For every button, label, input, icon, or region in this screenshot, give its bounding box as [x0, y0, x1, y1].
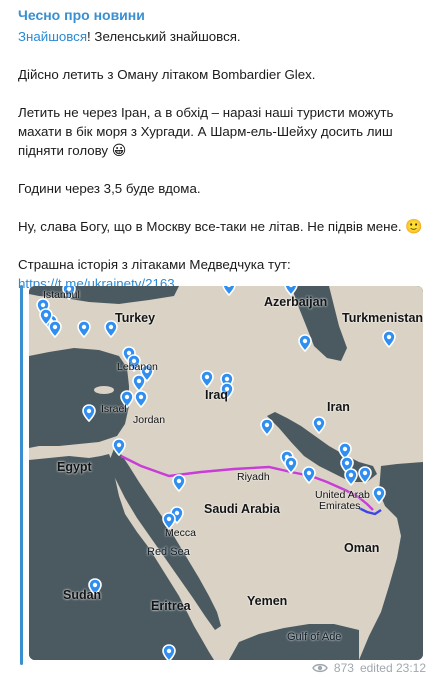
- map-marker-icon[interactable]: [344, 468, 358, 486]
- label-iran: Iran: [327, 400, 350, 414]
- label-turkey: Turkey: [115, 311, 156, 325]
- label-turkmenistan: Turkmenistan: [342, 311, 423, 325]
- map-marker-icon[interactable]: [358, 466, 372, 484]
- eye-icon: [312, 663, 328, 673]
- message-paragraph-5: Ну, слава Богу, що в Москву все-таки не …: [18, 217, 426, 236]
- label-jordan: Jordan: [133, 414, 166, 426]
- label-gulf-of-aden: Gulf of Ade: [287, 631, 342, 643]
- map-marker-icon[interactable]: [48, 320, 62, 338]
- map-marker-icon[interactable]: [312, 416, 326, 434]
- message-line-1-text: ! Зеленський знайшовся.: [87, 29, 241, 44]
- map-marker-icon[interactable]: [77, 320, 91, 338]
- map-marker-icon[interactable]: [382, 330, 396, 348]
- message-paragraph-2: Дійсно летить з Оману літаком Bombardier…: [18, 67, 316, 82]
- map-marker-icon[interactable]: [172, 474, 186, 492]
- map-marker-icon[interactable]: [298, 334, 312, 352]
- hashtag-link[interactable]: Знайшовся: [18, 29, 87, 44]
- cyprus: [94, 386, 114, 394]
- grinning-emoji-icon: 😀: [111, 142, 127, 158]
- label-lebanon: Lebanon: [117, 361, 158, 373]
- label-uae-2: Emirates: [319, 500, 361, 512]
- map-marker-icon[interactable]: [134, 390, 148, 408]
- map-marker-icon[interactable]: [162, 644, 176, 660]
- map-marker-icon[interactable]: [372, 486, 386, 504]
- map-marker-icon[interactable]: [284, 456, 298, 474]
- label-oman: Oman: [344, 541, 380, 555]
- map-marker-icon[interactable]: [260, 418, 274, 436]
- edited-time: edited 23:12: [359, 661, 426, 675]
- message-line-1: Знайшовся! Зеленський знайшовся.: [18, 27, 426, 46]
- map-marker-icon[interactable]: [222, 286, 236, 296]
- label-israel: Israel: [101, 403, 127, 415]
- smiling-emoji-icon: 🙂: [405, 218, 423, 234]
- label-sudan: Sudan: [63, 588, 102, 602]
- message-bubble: Чесно про новини Знайшовся! Зеленський з…: [0, 0, 438, 678]
- message-paragraph-4: Години через 3,5 буде вдома.: [18, 181, 201, 196]
- message-footer: 873 edited 23:12: [312, 658, 426, 678]
- label-yemen: Yemen: [247, 594, 288, 608]
- label-istanbul: Istanbul: [43, 289, 80, 301]
- channel-name[interactable]: Чесно про новини: [18, 7, 145, 23]
- message-paragraph-3-text: Летить не через Іран, а в обхід – наразі…: [18, 105, 394, 158]
- label-azerbaijan: Azerbaijan: [264, 295, 328, 309]
- label-riyadh: Riyadh: [237, 471, 270, 483]
- label-iraq: Iraq: [205, 388, 228, 402]
- map-marker-icon[interactable]: [112, 438, 126, 456]
- map-marker-icon[interactable]: [82, 404, 96, 422]
- label-eritrea: Eritrea: [151, 599, 191, 613]
- label-egypt: Egypt: [57, 460, 92, 474]
- label-red-sea: Red Sea: [147, 546, 190, 558]
- message-paragraph-3: Летить не через Іран, а в обхід – наразі…: [18, 103, 426, 160]
- label-mecca: Mecca: [165, 527, 196, 539]
- link-preview-accent-bar: [20, 285, 23, 665]
- message-paragraph-6: Страшна історія з літаками Медведчука ту…: [18, 257, 291, 272]
- map-marker-icon[interactable]: [200, 370, 214, 388]
- message-text: Знайшовся! Зеленський знайшовся. Дійсно …: [18, 27, 426, 293]
- map-marker-icon[interactable]: [302, 466, 316, 484]
- label-saudi-arabia: Saudi Arabia: [204, 502, 280, 516]
- flight-map-image[interactable]: Istanbul Azerbaijan Turkey Turkmenistan …: [29, 286, 423, 660]
- views-count: 873: [333, 661, 354, 675]
- message-paragraph-5-text: Ну, слава Богу, що в Москву все-таки не …: [18, 219, 402, 234]
- mediterranean-sea: [29, 348, 129, 448]
